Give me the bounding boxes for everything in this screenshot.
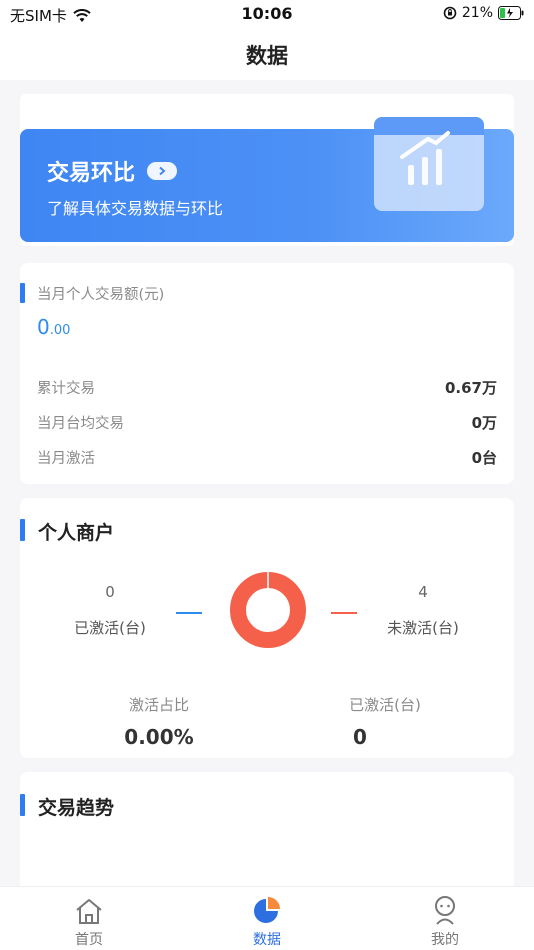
tab-home[interactable]: 首页 xyxy=(29,887,149,949)
transaction-comparison-banner[interactable]: 交易环比 了解具体交易数据与环比 xyxy=(20,117,514,242)
row-label: 当月台均交易 xyxy=(37,416,124,432)
tab-label: 我的 xyxy=(431,932,459,948)
pie-chart-icon xyxy=(207,887,327,925)
inactive-legend-line xyxy=(331,612,357,614)
cumulative-transaction-row: 累计交易 0.67万 xyxy=(37,377,497,398)
status-bar: 无SIM卡 10:06 21% xyxy=(0,0,534,28)
profile-icon xyxy=(385,887,505,925)
section-accent-bar xyxy=(20,519,25,541)
transaction-summary-card: 当月个人交易额(元) 0.00 累计交易 0.67万 当月台均交易 0万 当月激… xyxy=(20,263,514,484)
inactive-count: 4 xyxy=(418,583,428,601)
amount-integer: 0 xyxy=(37,315,50,339)
row-value: 0台 xyxy=(471,449,497,467)
section-title: 交易趋势 xyxy=(38,797,115,819)
row-label: 累计交易 xyxy=(37,381,95,397)
inactive-stat: 4 未激活(台) xyxy=(373,583,473,638)
activated-label: 已激活(台) xyxy=(74,619,146,637)
activated-total-value: 0 xyxy=(353,725,367,749)
tab-data[interactable]: 数据 xyxy=(207,887,327,949)
chevron-right-icon[interactable] xyxy=(147,162,178,180)
personal-merchant-card: 个人商户 0 已激活(台) 4 未激活(台) 激活占比 0.00% 已激活(台)… xyxy=(20,498,514,758)
section-title: 个人商户 xyxy=(38,522,115,544)
row-label: 当月激活 xyxy=(37,451,95,467)
banner-title: 交易环比 xyxy=(47,161,136,186)
section-accent-bar xyxy=(20,794,25,816)
activated-legend-line xyxy=(176,612,202,614)
battery-icon xyxy=(498,6,524,20)
bottom-tab-bar: 首页 数据 我的 xyxy=(0,886,534,950)
average-transaction-row: 当月台均交易 0万 xyxy=(37,412,497,433)
nav-bar: 数据 xyxy=(0,28,534,80)
tab-label: 首页 xyxy=(75,932,103,948)
monthly-activation-row: 当月激活 0台 xyxy=(37,447,497,468)
banner-subtitle: 了解具体交易数据与环比 xyxy=(47,199,224,218)
monthly-amount-label: 当月个人交易额(元) xyxy=(37,287,165,303)
orientation-lock-icon xyxy=(443,6,457,20)
tab-label: 数据 xyxy=(253,932,281,948)
activated-stat: 0 已激活(台) xyxy=(60,583,160,638)
banner-title-row: 交易环比 xyxy=(47,155,178,187)
amount-decimal: .00 xyxy=(49,323,71,338)
row-value: 0.67万 xyxy=(444,379,497,397)
battery-percent: 21% xyxy=(461,5,493,21)
section-accent-bar xyxy=(20,283,25,303)
row-value: 0万 xyxy=(471,414,497,432)
bar-chart-illustration-icon xyxy=(374,117,484,211)
activated-count: 0 xyxy=(105,583,115,601)
activated-total-label: 已激活(台) xyxy=(349,696,421,714)
monthly-amount-value: 0.00 xyxy=(37,315,70,339)
home-icon xyxy=(29,887,149,925)
activation-ratio-stat: 激活占比 0.00% xyxy=(79,694,239,749)
activated-total-stat: 已激活(台) 0 xyxy=(305,694,465,749)
activation-donut-chart xyxy=(230,572,306,648)
tab-profile[interactable]: 我的 xyxy=(385,887,505,949)
ratio-label: 激活占比 xyxy=(128,696,189,714)
status-right: 21% xyxy=(443,5,524,21)
ratio-value: 0.00% xyxy=(124,725,194,749)
page-title: 数据 xyxy=(246,44,288,68)
inactive-label: 未激活(台) xyxy=(387,619,459,637)
